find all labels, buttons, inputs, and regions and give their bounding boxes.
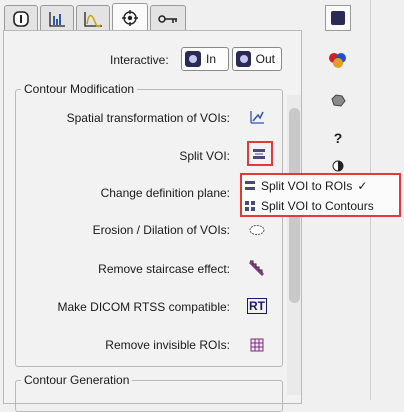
info-icon [13,10,29,27]
tab-histogram[interactable] [40,5,74,31]
erosion-icon [249,225,265,235]
erosion-dilation-label: Erosion / Dilation of VOIs: [92,223,230,237]
help-icon: ? [333,130,343,146]
staircase-icon [248,260,265,277]
out-icon [236,51,251,67]
color-wheel-icon [329,53,346,68]
interactive-label: Interactive: [110,53,169,67]
transform-icon [250,111,264,124]
change-definition-plane-label: Change definition plane: [100,186,230,200]
remove-staircase-button[interactable] [248,259,266,277]
make-dicom-rtss-button[interactable]: RT [247,297,267,315]
voi-display-button[interactable] [325,5,351,31]
stone-icon [331,94,346,107]
split-voi-to-contours-label: Split VOI to Contours [261,199,374,213]
split-rois-icon [245,181,255,190]
voi-display-icon [331,11,345,25]
tab-curve[interactable] [76,5,110,31]
contour-generation-title: Contour Generation [21,373,133,387]
remove-staircase-label: Remove staircase effect: [98,262,230,276]
curve-plot-icon [84,11,102,27]
make-dicom-rtss-label: Make DICOM RTSS compatible: [57,300,231,314]
color-wheel-button[interactable] [325,47,351,73]
rock-button[interactable] [325,87,351,113]
contour-generation-group: Contour Generation [15,373,283,412]
erosion-dilation-button[interactable] [248,221,266,239]
spatial-transformation-button[interactable] [248,108,266,126]
split-voi-label: Split VOI: [179,149,230,163]
tab-target-settings[interactable] [112,3,148,31]
remove-invisible-rois-label: Remove invisible ROIs: [105,338,230,352]
spatial-transformation-label: Spatial transformation of VOIs: [66,111,230,125]
menu-item-split-voi-to-contours[interactable]: Split VOI to Contours [244,196,374,216]
target-settings-icon [122,9,138,26]
split-voi-button[interactable] [250,145,268,163]
check-icon: ✓ [357,179,368,193]
grid-icon [250,338,264,352]
tab-info[interactable] [4,5,38,31]
rt-icon: RT [247,298,267,314]
interactive-in-label: In [206,52,217,66]
contrast-icon [332,160,344,172]
contrast-button[interactable] [325,160,351,172]
help-button[interactable]: ? [325,125,351,151]
menu-item-split-voi-to-rois[interactable]: Split VOI to ROIs ✓ [244,176,367,196]
interactive-out-label: Out [255,52,275,66]
interactive-out-button[interactable]: Out [232,47,282,71]
contour-modification-title: Contour Modification [21,82,138,96]
tab-key-tool[interactable] [150,5,186,31]
split-voi-menu: Split VOI to ROIs ✓ Split VOI to Contour… [240,173,401,217]
interactive-in-button[interactable]: In [181,47,229,71]
split-voi-icon [253,149,265,159]
in-icon [185,51,201,67]
key-tool-icon [158,14,177,23]
split-contours-icon [245,201,255,211]
remove-invisible-rois-button[interactable] [248,336,266,354]
histogram-icon [49,11,65,27]
split-voi-to-rois-label: Split VOI to ROIs [261,179,353,193]
